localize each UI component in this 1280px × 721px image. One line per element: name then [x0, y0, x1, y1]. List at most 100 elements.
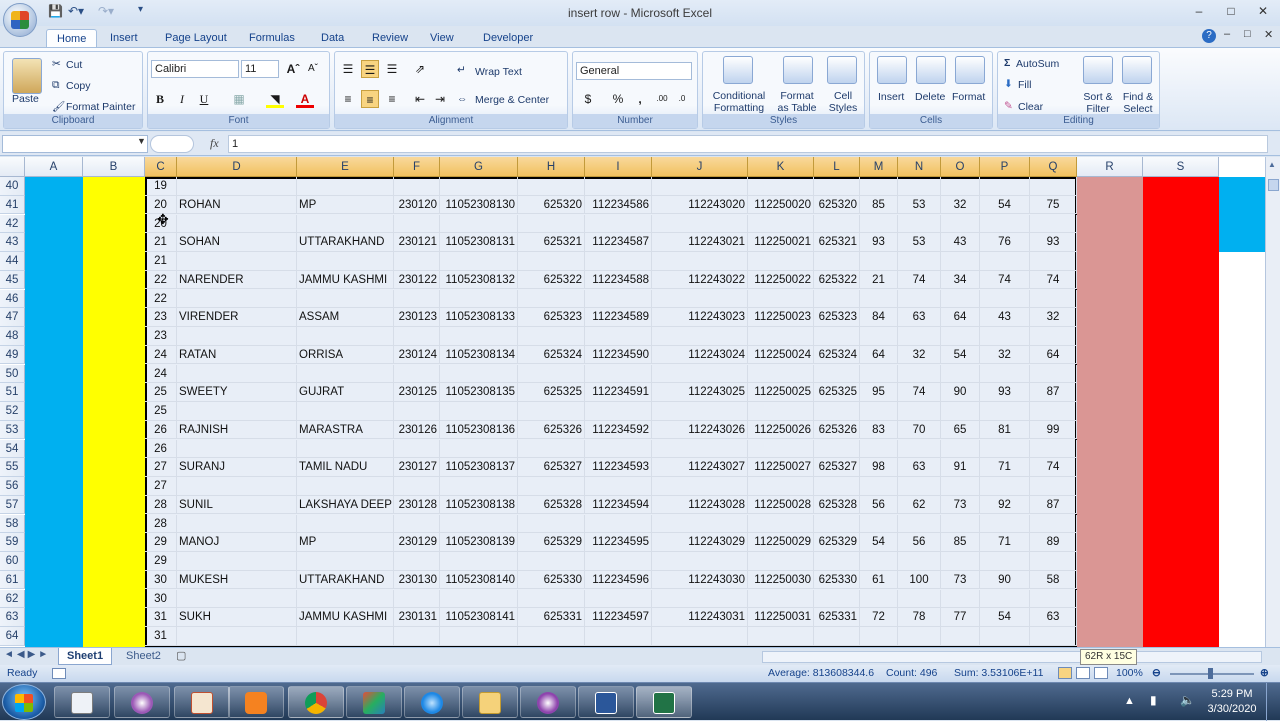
cell-i[interactable] — [585, 289, 652, 309]
cell-d[interactable]: SURANJ — [177, 458, 297, 477]
cell-j[interactable]: 112243022 — [652, 270, 748, 290]
cell-n[interactable] — [898, 627, 941, 646]
cell-p[interactable]: 93 — [980, 383, 1030, 402]
copy-button[interactable]: Copy — [66, 80, 91, 92]
cell-e[interactable]: MP — [297, 195, 394, 215]
cell-e[interactable]: MARASTRA — [297, 420, 394, 440]
cell-p[interactable]: 54 — [980, 608, 1030, 627]
cell-o[interactable] — [941, 402, 980, 421]
cell-o[interactable]: 43 — [941, 233, 980, 252]
cut-icon[interactable]: ✂ — [52, 58, 61, 70]
cell-j[interactable]: 112243021 — [652, 233, 748, 252]
cell-o[interactable] — [941, 214, 980, 234]
cell-o[interactable] — [941, 477, 980, 496]
cell-h[interactable] — [518, 177, 585, 196]
cell-k[interactable] — [748, 552, 814, 571]
cell-o[interactable] — [941, 589, 980, 609]
grow-font-icon[interactable]: Aˆ — [284, 60, 302, 78]
cell-m[interactable] — [860, 627, 898, 646]
cell-i[interactable] — [585, 552, 652, 571]
cell-e[interactable]: JAMMU KASHMI — [297, 608, 394, 627]
cell-h[interactable] — [518, 552, 585, 571]
cell-n[interactable] — [898, 477, 941, 496]
cell-o[interactable] — [941, 514, 980, 534]
cell-q[interactable]: 75 — [1030, 195, 1077, 215]
column-fill-b[interactable] — [83, 177, 145, 647]
cell-h[interactable]: 625329 — [518, 533, 585, 552]
cell-d[interactable]: ROHAN — [177, 195, 297, 215]
cell-c[interactable]: 25 — [145, 402, 177, 421]
insert-cells-button[interactable]: Insert — [878, 91, 904, 103]
cell-k[interactable]: 112250027 — [748, 458, 814, 477]
cell-g[interactable]: 11052308138 — [440, 495, 518, 515]
autosum-button[interactable]: AutoSum — [1016, 58, 1059, 70]
cell-n[interactable]: 56 — [898, 533, 941, 552]
cell-f[interactable]: 230122 — [394, 270, 440, 290]
cell-j[interactable] — [652, 439, 748, 459]
format-as-table-button[interactable]: Format as Table — [771, 90, 823, 114]
cell-p[interactable] — [980, 402, 1030, 421]
cell-e[interactable] — [297, 214, 394, 234]
cell-d[interactable]: SWEETY — [177, 383, 297, 402]
cell-o[interactable]: 65 — [941, 420, 980, 440]
cell-p[interactable] — [980, 627, 1030, 646]
cell-f[interactable]: 230126 — [394, 420, 440, 440]
column-header-o[interactable]: O — [941, 157, 980, 177]
cell-h[interactable] — [518, 477, 585, 496]
delete-cells-button[interactable]: Delete — [915, 91, 945, 103]
cell-q[interactable] — [1030, 477, 1077, 496]
cell-d[interactable] — [177, 364, 297, 384]
tab-data[interactable]: Data — [311, 29, 354, 47]
cell-f[interactable] — [394, 627, 440, 646]
column-fill-t[interactable] — [1219, 177, 1265, 252]
cell-k[interactable] — [748, 327, 814, 346]
cell-f[interactable] — [394, 589, 440, 609]
cell-q[interactable] — [1030, 364, 1077, 384]
column-header-q[interactable]: Q — [1030, 157, 1077, 177]
cell-n[interactable]: 100 — [898, 570, 941, 590]
shrink-font-icon[interactable]: Aˇ — [304, 60, 322, 78]
cell-f[interactable] — [394, 177, 440, 196]
insert-sheet-icon[interactable]: ▢ — [176, 649, 186, 662]
cell-f[interactable]: 230123 — [394, 308, 440, 327]
cell-k[interactable]: 112250021 — [748, 233, 814, 252]
cell-e[interactable] — [297, 177, 394, 196]
cell-p[interactable]: 32 — [980, 345, 1030, 365]
cell-j[interactable] — [652, 627, 748, 646]
cell-o[interactable]: 64 — [941, 308, 980, 327]
cell-q[interactable]: 63 — [1030, 608, 1077, 627]
column-header-l[interactable]: L — [814, 157, 860, 177]
cell-n[interactable] — [898, 552, 941, 571]
row-header[interactable]: 51 — [0, 383, 25, 402]
cell-l[interactable]: 625323 — [814, 308, 860, 327]
cell-h[interactable]: 625326 — [518, 420, 585, 440]
increase-decimal-icon[interactable]: .00 — [653, 90, 671, 108]
column-header-r[interactable]: R — [1077, 157, 1143, 177]
cell-g[interactable] — [440, 552, 518, 571]
cell-m[interactable]: 54 — [860, 533, 898, 552]
borders-icon[interactable]: ▦ — [230, 90, 248, 108]
cell-p[interactable] — [980, 552, 1030, 571]
cell-h[interactable] — [518, 252, 585, 271]
ribbon-restore-icon[interactable]: □ — [1244, 28, 1251, 40]
cell-i[interactable]: 112234588 — [585, 270, 652, 290]
sort-filter-button[interactable]: Sort & Filter — [1080, 91, 1116, 115]
cell-c[interactable]: 27 — [145, 477, 177, 496]
scroll-thumb[interactable] — [1268, 179, 1279, 191]
cell-h[interactable]: 625323 — [518, 308, 585, 327]
cell-h[interactable]: 625325 — [518, 383, 585, 402]
row-header[interactable]: 53 — [0, 420, 25, 440]
cell-f[interactable] — [394, 477, 440, 496]
cell-o[interactable]: 85 — [941, 533, 980, 552]
cell-e[interactable] — [297, 252, 394, 271]
taskbar-snipping-tool-2[interactable] — [520, 686, 576, 718]
cell-l[interactable]: 625328 — [814, 495, 860, 515]
cell-h[interactable] — [518, 364, 585, 384]
clear-icon[interactable]: ✎ — [1004, 100, 1013, 112]
cell-c[interactable]: 21 — [145, 252, 177, 271]
cell-c[interactable]: 31 — [145, 627, 177, 646]
cell-l[interactable] — [814, 214, 860, 234]
cell-j[interactable]: 112243028 — [652, 495, 748, 515]
cell-i[interactable]: 112234591 — [585, 383, 652, 402]
cell-n[interactable] — [898, 514, 941, 534]
